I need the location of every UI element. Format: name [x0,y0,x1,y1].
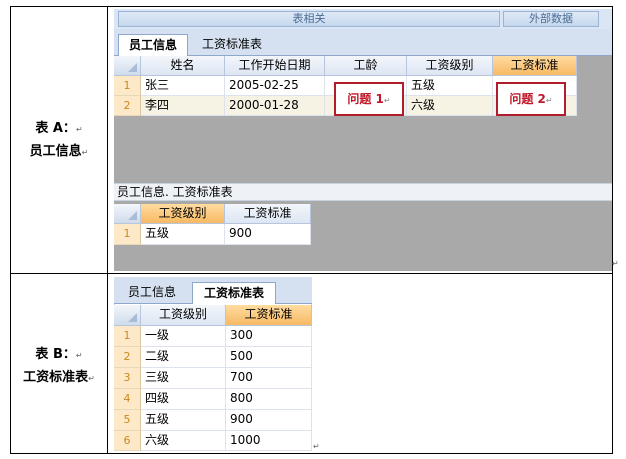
row-selector[interactable]: 4 [114,389,141,410]
paragraph-mark: ↵ [612,259,619,268]
paragraph-mark: ↵ [383,96,391,105]
issue-callout-2: 问题 2↵ [496,82,566,116]
select-all-corner[interactable] [114,56,141,76]
column-header-name[interactable]: 姓名 [141,56,225,76]
cell-salary-standard[interactable]: 1000 [226,431,312,451]
subform-cell-salary-level[interactable]: 五级 [141,224,225,245]
cell-salary-level[interactable]: 五级 [407,76,493,96]
cell-salary-level[interactable]: 三级 [141,368,226,389]
cell-salary-standard[interactable]: 900 [226,410,312,431]
cell-name[interactable]: 李四 [141,96,225,116]
cell-start-date[interactable]: 2005-02-25 [225,76,325,96]
issue-1-text: 问题 1 [347,92,384,106]
subform-title-bar: 员工信息. 工资标准表 [114,183,612,201]
issue-2-text: 问题 2 [509,92,546,106]
column-header-salary-level[interactable]: 工资级别 [407,56,493,76]
cell-start-date[interactable]: 2000-01-28 [225,96,325,116]
table-divider-horizontal [10,273,613,274]
row-b-label: 表 B：↵ 工资标准表↵ [11,344,107,390]
cell-name[interactable]: 张三 [141,76,225,96]
select-all-corner[interactable] [114,305,141,326]
subform-row-selector[interactable]: 1 [114,224,141,245]
row-a-title: 表 A： [35,121,76,136]
cell-salary-level[interactable]: 六级 [407,96,493,116]
subform-column-header-salary-level[interactable]: 工资级别 [141,204,225,224]
tab-employee-info[interactable]: 员工信息 [118,34,188,56]
column-header-start-date[interactable]: 工作开始日期 [225,56,325,76]
ribbon-group-external[interactable]: 外部数据 [503,11,599,27]
row-a-subtitle: 员工信息 [29,144,82,159]
subform-cell-salary-standard[interactable]: 900 [225,224,311,245]
paragraph-mark: ↵ [88,374,95,383]
tab-strip [114,29,612,56]
paragraph-mark: ↵ [75,125,83,134]
cell-salary-standard[interactable]: 800 [226,389,312,410]
row-a-label: 表 A：↵ 员工信息↵ [11,118,107,164]
cell-salary-level[interactable]: 六级 [141,431,226,451]
cell-salary-standard[interactable]: 500 [226,347,312,368]
row-b-title: 表 B： [35,347,76,362]
row-selector[interactable]: 3 [114,368,141,389]
paragraph-mark: ↵ [313,442,320,451]
cell-salary-standard[interactable]: 700 [226,368,312,389]
row-selector[interactable]: 1 [114,326,141,347]
paragraph-mark: ↵ [545,96,553,105]
table-divider-vertical [107,6,108,454]
cell-salary-level[interactable]: 一级 [141,326,226,347]
row-selector[interactable]: 2 [114,96,141,116]
row-selector[interactable]: 5 [114,410,141,431]
ribbon-group-table[interactable]: 表相关 [118,11,500,27]
subform-select-all-corner[interactable] [114,204,141,224]
column-header-seniority[interactable]: 工龄 [325,56,407,76]
cell-salary-standard[interactable]: 300 [226,326,312,347]
row-selector[interactable]: 6 [114,431,141,451]
paragraph-mark: ↵ [75,351,83,360]
tab-salary-standard[interactable]: 工资标准表 [192,34,272,56]
cell-salary-level[interactable]: 四级 [141,389,226,410]
row-selector[interactable]: 2 [114,347,141,368]
cell-salary-level[interactable]: 五级 [141,410,226,431]
row-selector[interactable]: 1 [114,76,141,96]
tab-salary-standard[interactable]: 工资标准表 [192,282,276,304]
subform-column-header-salary-standard[interactable]: 工资标准 [225,204,311,224]
issue-callout-1: 问题 1↵ [334,82,404,116]
column-header-salary-standard[interactable]: 工资标准 [226,305,312,326]
paragraph-mark: ↵ [81,148,89,157]
tab-employee-info[interactable]: 员工信息 [118,282,186,304]
column-header-salary-standard[interactable]: 工资标准 [493,56,577,76]
cell-salary-level[interactable]: 二级 [141,347,226,368]
column-header-salary-level[interactable]: 工资级别 [141,305,226,326]
row-b-subtitle: 工资标准表 [23,370,89,385]
